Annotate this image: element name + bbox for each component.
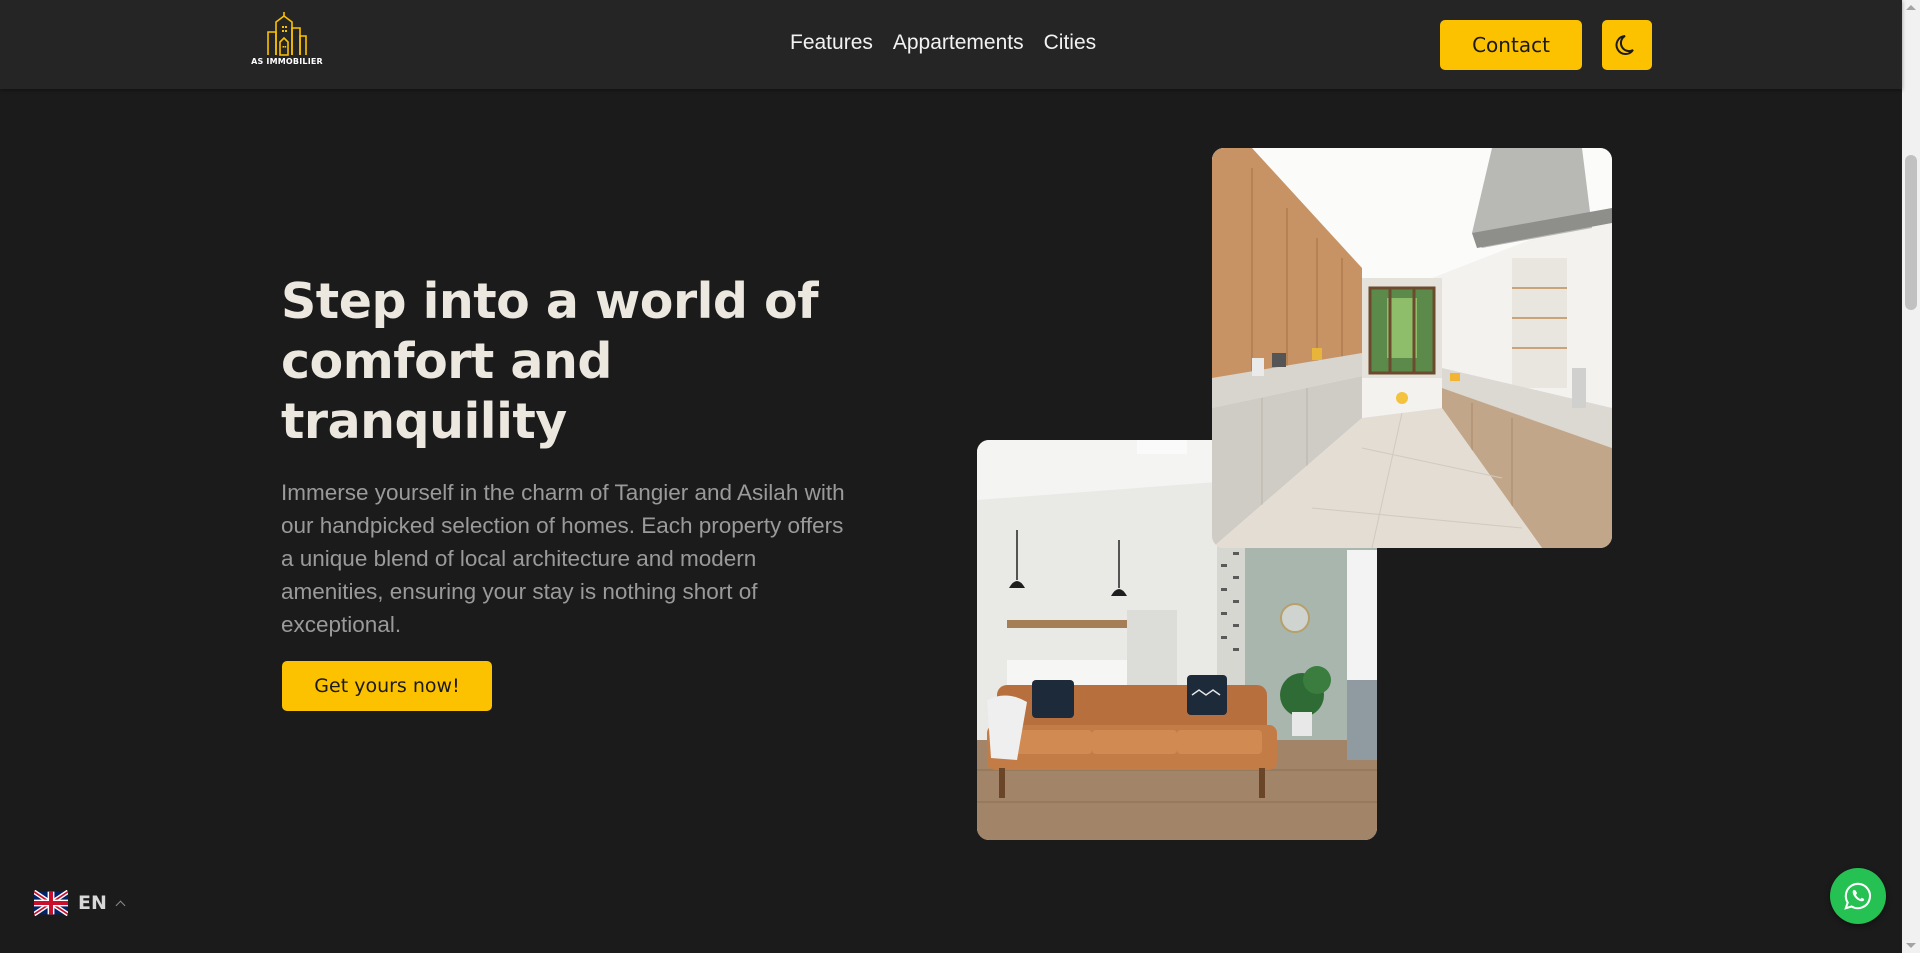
site-header: AS IMMOBILIER Features Appartements Citi… bbox=[0, 0, 1902, 89]
hero-description: Immerse yourself in the charm of Tangier… bbox=[281, 480, 845, 637]
scroll-down-arrow-icon[interactable] bbox=[1906, 943, 1916, 948]
main-nav: Features Appartements Cities bbox=[790, 31, 1096, 55]
moon-icon bbox=[1615, 35, 1634, 55]
chevron-up-icon bbox=[115, 900, 126, 910]
language-selector[interactable]: EN bbox=[34, 890, 126, 916]
kitchen-photo bbox=[1212, 148, 1612, 548]
kitchen-illustration bbox=[1212, 148, 1612, 548]
nav-link-features[interactable]: Features bbox=[790, 31, 873, 55]
get-yours-now-button[interactable]: Get yours now! bbox=[282, 661, 492, 711]
theme-toggle-button[interactable] bbox=[1602, 20, 1652, 70]
whatsapp-button[interactable] bbox=[1830, 868, 1886, 924]
contact-button[interactable]: Contact bbox=[1440, 20, 1582, 70]
building-logo-icon bbox=[267, 12, 307, 56]
logo[interactable]: AS IMMOBILIER bbox=[251, 12, 323, 72]
scrollbar-thumb[interactable] bbox=[1905, 155, 1917, 310]
whatsapp-icon bbox=[1844, 882, 1872, 910]
hero-title: Step into a world of comfort and tranqui… bbox=[281, 273, 819, 450]
scroll-up-arrow-icon[interactable] bbox=[1906, 5, 1916, 10]
nav-link-appartements[interactable]: Appartements bbox=[893, 31, 1024, 55]
uk-flag-icon bbox=[34, 890, 68, 916]
nav-link-cities[interactable]: Cities bbox=[1044, 31, 1097, 55]
language-code: EN bbox=[78, 892, 107, 914]
logo-text: AS IMMOBILIER bbox=[251, 57, 323, 66]
scrollbar[interactable] bbox=[1902, 0, 1920, 953]
